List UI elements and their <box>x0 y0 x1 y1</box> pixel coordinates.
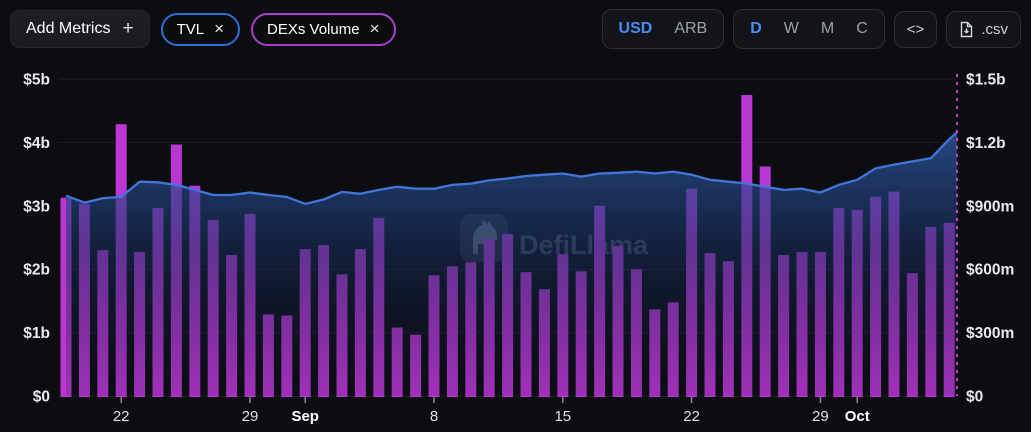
tvl-dex-volume-chart[interactable]: DefiLlama$0$1b$2b$3b$4b$5b$0$300m$600m$9… <box>0 0 1031 432</box>
defillama-chart-panel: Add Metrics + TVL × DEXs Volume × USD AR… <box>0 0 1031 432</box>
currency-option-arb[interactable]: ARB <box>663 14 718 44</box>
metrics-bar: Add Metrics + TVL × DEXs Volume × <box>10 10 396 48</box>
download-csv-button[interactable]: .csv <box>946 11 1021 48</box>
interval-option-monthly[interactable]: M <box>810 14 845 44</box>
interval-option-daily[interactable]: D <box>739 14 773 44</box>
interval-option-cumulative[interactable]: C <box>845 14 879 44</box>
right-axis-label: $900m <box>966 198 1014 215</box>
left-axis-label: $2b <box>23 262 50 279</box>
x-axis-label: 22 <box>683 408 700 425</box>
file-download-icon <box>959 21 974 38</box>
add-metrics-button[interactable]: Add Metrics + <box>10 10 150 48</box>
currency-option-usd[interactable]: USD <box>608 14 664 44</box>
x-axis-label: 15 <box>554 408 571 425</box>
x-axis-label: Sep <box>291 408 319 425</box>
tvl-area-fill <box>66 132 957 396</box>
csv-button-label: .csv <box>981 21 1008 38</box>
x-axis-label: 8 <box>430 408 438 425</box>
close-icon[interactable]: × <box>214 23 224 35</box>
toolbar: Add Metrics + TVL × DEXs Volume × USD AR… <box>0 0 1031 58</box>
metric-pill-tvl-label: TVL <box>177 21 205 38</box>
right-axis-label: $1.5b <box>966 72 1006 89</box>
right-axis-label: $300m <box>966 325 1014 342</box>
x-axis-label: 29 <box>242 408 259 425</box>
add-metrics-label: Add Metrics <box>26 20 110 38</box>
close-icon[interactable]: × <box>370 23 380 35</box>
right-axis-label: $0 <box>966 389 983 406</box>
embed-code-icon: <> <box>907 21 925 38</box>
interval-toggle: D W M C <box>733 9 885 49</box>
chart-controls: USD ARB D W M C <> <box>602 9 1021 49</box>
currency-toggle: USD ARB <box>602 9 725 49</box>
left-axis-label: $5b <box>23 72 50 89</box>
interval-option-weekly[interactable]: W <box>773 14 810 44</box>
embed-code-button[interactable]: <> <box>894 11 938 48</box>
x-axis-label: 22 <box>113 408 130 425</box>
metric-pill-dexs-volume-label: DEXs Volume <box>267 21 360 38</box>
right-axis-label: $600m <box>966 262 1014 279</box>
left-axis-label: $3b <box>23 198 50 215</box>
plus-icon: + <box>122 22 133 36</box>
left-axis-label: $1b <box>23 325 50 342</box>
x-axis-label: Oct <box>845 408 870 425</box>
left-axis-label: $0 <box>33 389 50 406</box>
x-axis-label: 29 <box>812 408 829 425</box>
right-axis-label: $1.2b <box>966 135 1006 152</box>
metric-pill-tvl[interactable]: TVL × <box>161 13 240 46</box>
left-axis-label: $4b <box>23 135 50 152</box>
metric-pill-dexs-volume[interactable]: DEXs Volume × <box>251 13 395 46</box>
